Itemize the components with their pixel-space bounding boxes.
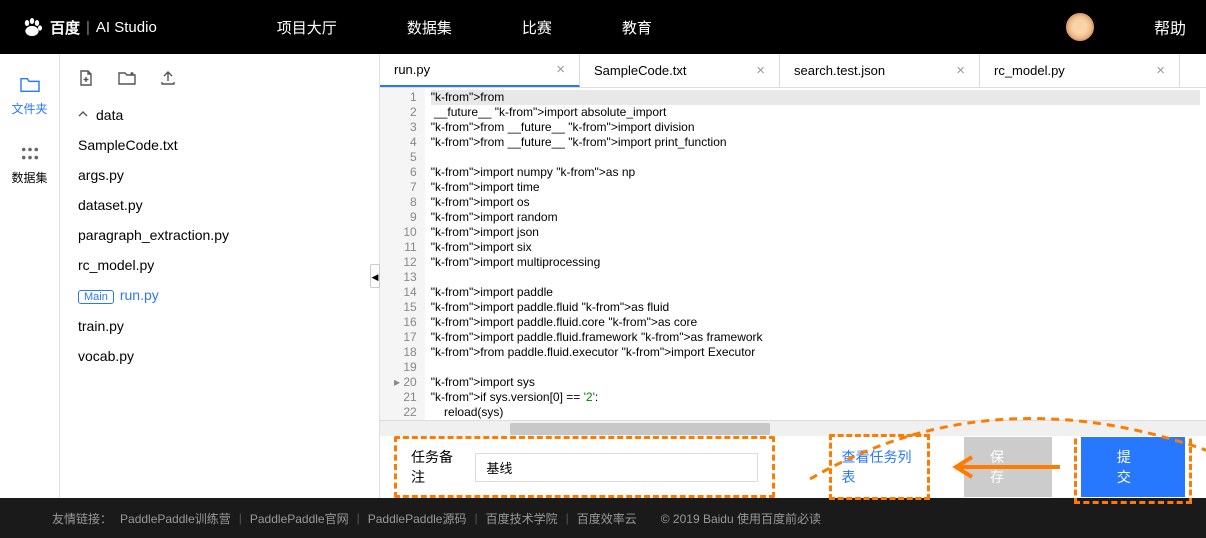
file-item[interactable]: dataset.py (78, 190, 379, 220)
file-tree: data SampleCode.txt args.py dataset.py p… (60, 100, 379, 371)
new-file-icon[interactable] (78, 70, 94, 86)
submit-box: 提交 (1074, 430, 1192, 504)
task-label: 任务备注 (411, 447, 463, 487)
folder-icon (19, 76, 41, 94)
brand-div: | (86, 19, 90, 36)
footer-copy: © 2019 Baidu 使用百度前必读 (661, 510, 821, 527)
file-item[interactable]: paragraph_extraction.py (78, 220, 379, 250)
file-run[interactable]: Mainrun.py (78, 280, 379, 311)
footer-link[interactable]: PaddlePaddle官网 (250, 510, 349, 527)
sidebar: data SampleCode.txt args.py dataset.py p… (60, 54, 380, 498)
close-icon[interactable]: × (756, 62, 765, 79)
collapse-sidebar-button[interactable]: ◀ (370, 264, 380, 288)
save-button[interactable]: 保存 (964, 437, 1052, 497)
avatar[interactable] (1066, 13, 1094, 41)
tab-search[interactable]: search.test.json× (780, 54, 980, 87)
footer-link[interactable]: 百度技术学院 (486, 510, 558, 527)
file-item[interactable]: train.py (78, 311, 379, 341)
file-item[interactable]: SampleCode.txt (78, 130, 379, 160)
task-input[interactable] (475, 453, 757, 482)
close-icon[interactable]: × (556, 61, 565, 78)
nav-education[interactable]: 教育 (622, 17, 652, 38)
footer: 友情链接： PaddlePaddle训练营| PaddlePaddle官网| P… (0, 498, 1206, 538)
code-area[interactable]: 1 2 3 4 5 6 7 8 9 10 11 12 13 14 15 16 1… (380, 88, 1206, 420)
line-gutter: 1 2 3 4 5 6 7 8 9 10 11 12 13 14 15 16 1… (380, 88, 425, 420)
footer-link[interactable]: 百度效率云 (577, 510, 637, 527)
nav-datasets[interactable]: 数据集 (407, 17, 452, 38)
tab-rcmodel[interactable]: rc_model.py× (980, 54, 1180, 87)
h-scrollbar[interactable] (380, 420, 1206, 436)
close-icon[interactable]: × (956, 62, 965, 79)
nav-projects[interactable]: 项目大厅 (277, 17, 337, 38)
file-item[interactable]: vocab.py (78, 341, 379, 371)
footer-label: 友情链接： (52, 510, 112, 527)
new-folder-icon[interactable] (118, 70, 136, 86)
brand-cn: 百度 (50, 17, 80, 38)
tab-run[interactable]: run.py× (380, 54, 580, 87)
footer-link[interactable]: PaddlePaddle训练营 (120, 510, 231, 527)
file-item[interactable]: rc_model.py (78, 250, 379, 280)
folder-data[interactable]: data (78, 100, 379, 130)
dataset-icon (19, 145, 41, 163)
code-source[interactable]: "k-from">from __future__ "k-from">import… (425, 88, 1206, 420)
baidu-paw-icon (20, 15, 44, 39)
submit-button[interactable]: 提交 (1081, 437, 1185, 497)
editor: ◀ run.py× SampleCode.txt× search.test.js… (380, 54, 1206, 498)
rail-datasets[interactable]: 数据集 (0, 145, 59, 186)
view-task-list[interactable]: 查看任务列表 (829, 434, 930, 500)
editor-tabs: run.py× SampleCode.txt× search.test.json… (380, 54, 1206, 88)
close-icon[interactable]: × (1156, 62, 1165, 79)
rail-files[interactable]: 文件夹 (0, 76, 59, 117)
header: 百度 | AI Studio 项目大厅 数据集 比赛 教育 帮助 (0, 0, 1206, 54)
footer-link[interactable]: PaddlePaddle源码 (368, 510, 467, 527)
bottom-bar: 任务备注 查看任务列表 保存 提交 (380, 436, 1206, 498)
main-badge: Main (78, 290, 114, 304)
task-remark-box: 任务备注 (394, 436, 775, 498)
brand-en: AI Studio (96, 19, 157, 36)
upload-icon[interactable] (160, 70, 176, 86)
sidebar-tools (60, 70, 379, 86)
chevron-down-icon (78, 110, 88, 120)
logo[interactable]: 百度 | AI Studio (20, 15, 157, 39)
scroll-thumb[interactable] (510, 423, 770, 435)
nav: 项目大厅 数据集 比赛 教育 (277, 17, 652, 38)
left-rail: 文件夹 数据集 (0, 54, 60, 498)
nav-competitions[interactable]: 比赛 (522, 17, 552, 38)
file-item[interactable]: args.py (78, 160, 379, 190)
help-link[interactable]: 帮助 (1154, 15, 1186, 39)
tab-sample[interactable]: SampleCode.txt× (580, 54, 780, 87)
